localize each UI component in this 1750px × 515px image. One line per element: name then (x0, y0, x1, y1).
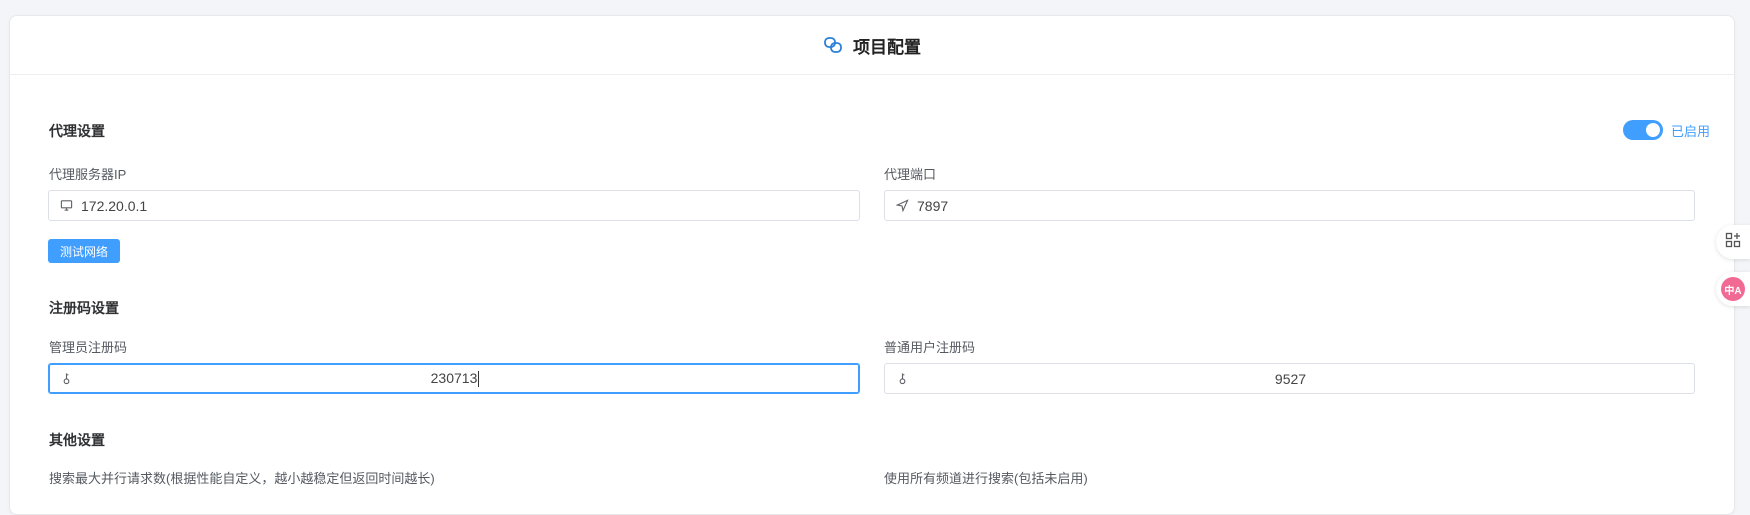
admin-code-value: 230713 (430, 369, 478, 386)
monitor-icon (59, 199, 73, 213)
proxy-section-title: 代理设置 (49, 123, 105, 139)
proxy-port-label: 代理端口 (884, 167, 937, 182)
translate-icon: 中A (1721, 277, 1745, 301)
max-requests-label: 搜索最大并行请求数(根据性能自定义，越小越稳定但返回时间越长) (49, 471, 435, 486)
config-card: 项目配置 (9, 15, 1735, 515)
proxy-port-value: 7897 (917, 197, 949, 214)
proxy-server-ip-input[interactable]: 172.20.0.1 (48, 190, 860, 221)
other-section-title: 其他设置 (49, 432, 105, 448)
test-network-button[interactable]: 测试网络 (48, 239, 121, 263)
proxy-toggle[interactable]: 已启用 (1622, 120, 1710, 140)
proxy-toggle-switch[interactable] (1622, 120, 1663, 140)
proxy-toggle-label: 已启用 (1670, 123, 1710, 139)
navigation-icon (895, 199, 909, 213)
proxy-server-ip-value: 172.20.0.1 (81, 197, 148, 214)
page-title: 项目配置 (853, 37, 921, 57)
user-code-value: 9527 (1274, 370, 1307, 387)
apps-add-icon (1725, 232, 1741, 253)
translate-button[interactable]: 中A (1716, 272, 1750, 306)
text-caret (478, 371, 480, 388)
user-code-label: 普通用户注册码 (884, 340, 976, 355)
apps-add-button[interactable] (1716, 225, 1750, 259)
all-channels-label: 使用所有频道进行搜索(包括未启用) (884, 471, 1088, 486)
card-header: 项目配置 (10, 16, 1734, 75)
admin-code-input[interactable]: 230713 (48, 363, 860, 394)
admin-code-label: 管理员注册码 (49, 340, 128, 355)
proxy-port-input[interactable]: 7897 (884, 190, 1695, 221)
user-code-input[interactable]: 9527 (884, 363, 1695, 394)
proxy-server-ip-label: 代理服务器IP (49, 167, 127, 182)
registration-section-title: 注册码设置 (49, 300, 119, 316)
link-icon (823, 35, 843, 55)
key-icon (59, 372, 73, 386)
key-icon (895, 372, 909, 386)
